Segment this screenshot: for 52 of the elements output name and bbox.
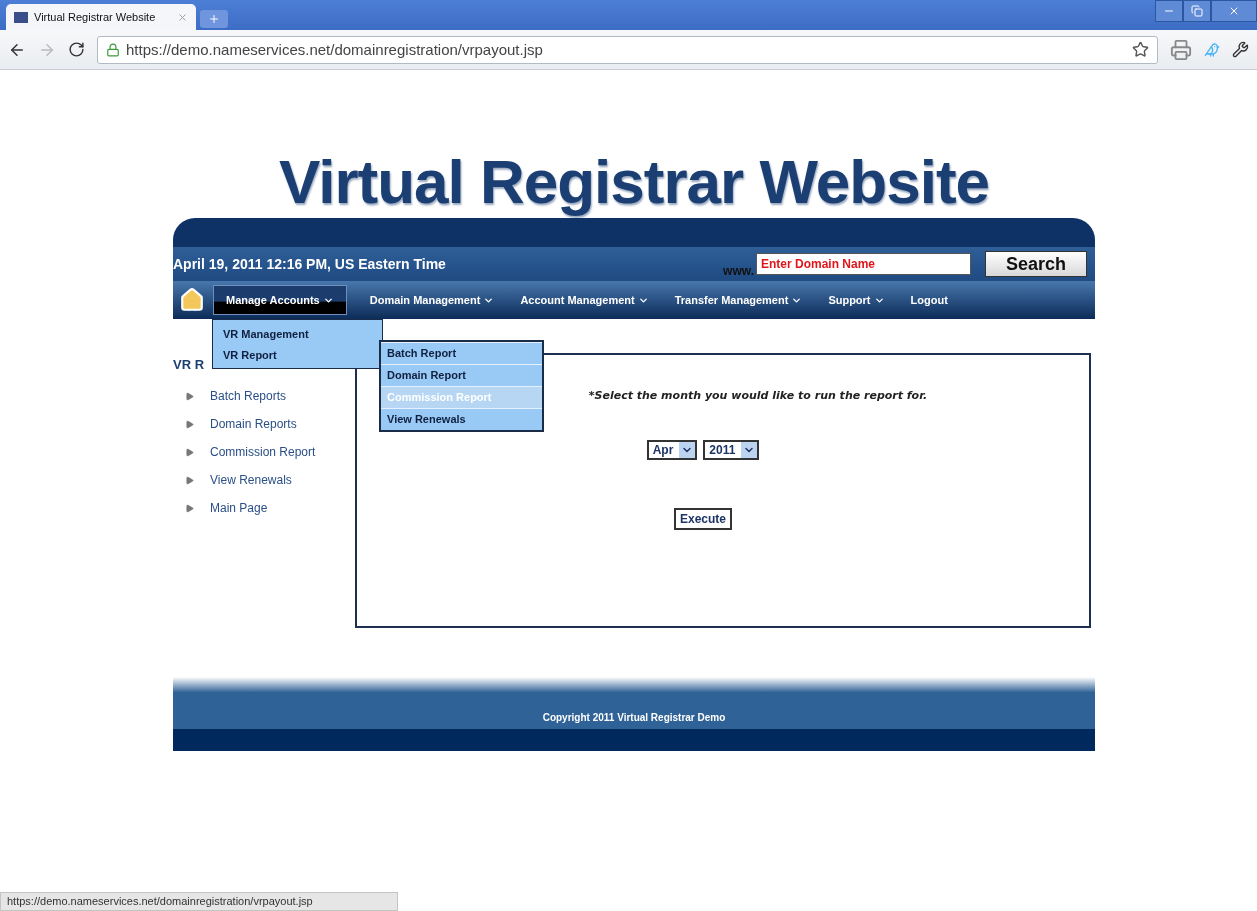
execute-button[interactable]: Execute xyxy=(674,508,732,530)
triangle-icon xyxy=(185,419,194,429)
nav-item[interactable]: Domain Management xyxy=(356,285,508,315)
search-button[interactable]: Search xyxy=(985,251,1087,277)
close-icon[interactable] xyxy=(177,11,188,23)
nav-item[interactable]: Support xyxy=(815,285,898,315)
bird-icon[interactable] xyxy=(1204,41,1220,58)
sidebar-link[interactable]: Batch Reports xyxy=(210,389,287,403)
status-bar: https://demo.nameservices.net/domainregistration/vrpayout.jsp xyxy=(0,892,398,911)
sidebar-link[interactable]: Main Page xyxy=(210,501,268,515)
menu-item[interactable]: VR Report xyxy=(223,345,382,366)
reload-icon[interactable] xyxy=(68,41,85,58)
nav-item[interactable]: Transfer Management xyxy=(661,285,816,315)
www-prefix: www. xyxy=(723,264,754,278)
site-title: Virtual Registrar Website xyxy=(277,146,991,218)
month-select[interactable]: Apr xyxy=(646,440,698,460)
house-icon xyxy=(179,287,205,313)
wrench-icon[interactable] xyxy=(1232,41,1249,58)
sidebar-heading: VR R xyxy=(173,357,205,372)
restore-button[interactable] xyxy=(1183,0,1211,22)
triangle-icon xyxy=(185,447,194,457)
nav-item[interactable]: Manage Accounts xyxy=(213,285,347,315)
triangle-icon xyxy=(185,503,194,513)
copyright-text: Copyright 2011 Virtual Registrar Demo xyxy=(542,712,726,723)
domain-search-field[interactable]: Enter Domain Name xyxy=(756,253,971,275)
menu-item[interactable]: VR Management xyxy=(223,324,382,345)
submenu-item[interactable]: View Renewals xyxy=(381,408,542,430)
tab-title: Virtual Registrar Website xyxy=(34,11,157,23)
submenu-item[interactable]: Batch Report xyxy=(381,342,542,364)
address-bar[interactable]: https://demo.nameservices.net/domainregistration/vrpayout.jsp xyxy=(97,35,1158,64)
site-favicon-icon xyxy=(14,11,28,23)
printer-icon[interactable] xyxy=(1170,38,1192,61)
browser-tab[interactable]: Virtual Registrar Website xyxy=(6,4,196,30)
url-text: https://demo.nameservices.net/domainregistration/vrpayout.jsp xyxy=(126,41,543,58)
instruction-text: *Select the month you would like to run the report for. xyxy=(588,389,928,402)
restore-icon xyxy=(1191,5,1203,17)
sidebar-link[interactable]: Commission Report xyxy=(210,445,316,459)
plus-icon xyxy=(208,13,220,25)
nav-item[interactable]: Logout xyxy=(897,285,961,315)
year-select[interactable]: 2011 xyxy=(703,440,760,460)
date-time-text: April 19, 2011 12:16 PM, US Eastern Time xyxy=(173,256,446,272)
triangle-icon xyxy=(185,475,194,485)
close-icon xyxy=(1228,5,1240,17)
nav-item[interactable]: Account Management xyxy=(507,285,662,315)
minimize-button[interactable] xyxy=(1155,0,1183,22)
close-window-button[interactable] xyxy=(1211,0,1257,22)
sidebar-link[interactable]: View Renewals xyxy=(210,473,292,487)
star-icon[interactable] xyxy=(1132,41,1149,58)
new-tab-button[interactable] xyxy=(200,10,228,28)
sidebar-link[interactable]: Domain Reports xyxy=(210,417,297,431)
triangle-icon xyxy=(185,391,194,401)
lock-icon xyxy=(106,42,120,57)
